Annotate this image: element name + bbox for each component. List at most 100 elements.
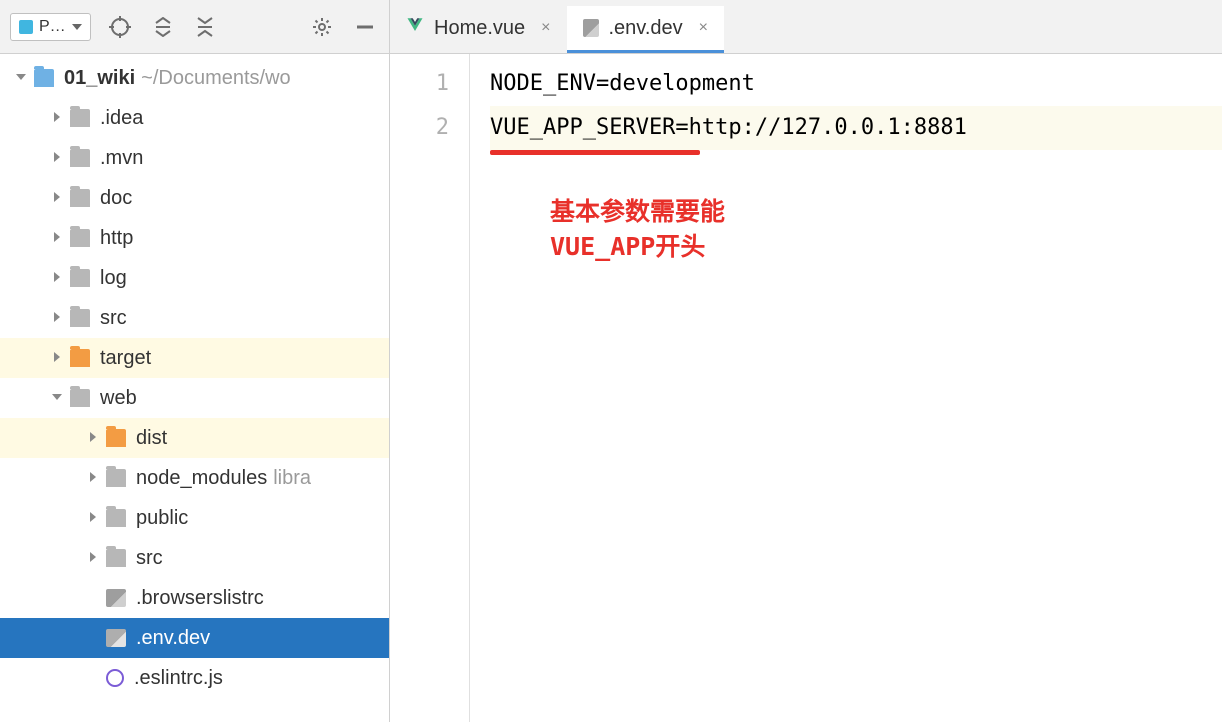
- tab-envdev[interactable]: .env.dev ×: [567, 6, 724, 53]
- tree-item-mvn[interactable]: .mvn: [0, 138, 389, 178]
- tree-item-label: web: [100, 387, 137, 410]
- expand-all-button[interactable]: [149, 13, 177, 41]
- tree-item-label: .mvn: [100, 147, 143, 170]
- tree-item-label: public: [136, 507, 188, 530]
- tree-item-dist[interactable]: dist: [0, 418, 389, 458]
- annotation-line: VUE_APP开头: [550, 229, 725, 264]
- target-icon: [109, 16, 131, 38]
- annotation-text: 基本参数需要能 VUE_APP开头: [550, 194, 725, 264]
- tree-root[interactable]: 01_wiki ~/Documents/wo: [0, 58, 389, 98]
- tree-item-web[interactable]: web: [0, 378, 389, 418]
- chevron-right-icon[interactable]: [84, 550, 102, 566]
- expand-icon: [153, 17, 173, 37]
- folder-icon: [70, 349, 90, 367]
- folder-icon: [106, 509, 126, 527]
- vue-icon: [406, 16, 424, 40]
- tree-item-idea[interactable]: .idea: [0, 98, 389, 138]
- project-label: P…: [39, 18, 66, 36]
- tree-item-target[interactable]: target: [0, 338, 389, 378]
- tree-item-label: src: [136, 547, 163, 570]
- folder-icon: [106, 469, 126, 487]
- tree-item-label: .env.dev: [136, 627, 210, 650]
- tree-item-src[interactable]: src: [0, 538, 389, 578]
- chevron-right-icon[interactable]: [48, 310, 66, 326]
- close-icon[interactable]: ×: [541, 19, 550, 37]
- chevron-right-icon[interactable]: [48, 190, 66, 206]
- tree-item-node_modules[interactable]: node_modules libra: [0, 458, 389, 498]
- file-icon: [106, 589, 126, 607]
- tree-item-label: doc: [100, 187, 132, 210]
- tree-item-label: target: [100, 347, 151, 370]
- chevron-right-icon[interactable]: [84, 470, 102, 486]
- editor-panel: Home.vue × .env.dev × 1 2 NODE_ENV=developm…: [390, 0, 1222, 722]
- folder-icon: [70, 309, 90, 327]
- folder-icon: [106, 429, 126, 447]
- gear-icon: [311, 16, 333, 38]
- tree-root-name: 01_wiki: [64, 67, 135, 90]
- eslint-icon: [106, 669, 124, 687]
- tree-item-envdev[interactable]: .env.dev: [0, 618, 389, 658]
- tree-item-label: node_modules: [136, 467, 267, 490]
- annotation-underline: [490, 150, 700, 155]
- tree-item-log[interactable]: log: [0, 258, 389, 298]
- minimize-button[interactable]: [351, 13, 379, 41]
- gutter: 1 2: [390, 54, 470, 722]
- tree-item-label: dist: [136, 427, 167, 450]
- folder-icon: [70, 229, 90, 247]
- gutter-line: 2: [390, 106, 449, 150]
- tree-item-http[interactable]: http: [0, 218, 389, 258]
- tree-item-doc[interactable]: doc: [0, 178, 389, 218]
- chevron-right-icon[interactable]: [48, 230, 66, 246]
- code-area[interactable]: NODE_ENV=development VUE_APP_SERVER=http…: [470, 54, 1222, 722]
- folder-icon: [70, 389, 90, 407]
- editor-body[interactable]: 1 2 NODE_ENV=development VUE_APP_SERVER=…: [390, 54, 1222, 722]
- chevron-right-icon[interactable]: [48, 350, 66, 366]
- tree-item-eslintrcjs[interactable]: .eslintrc.js: [0, 658, 389, 698]
- chevron-right-icon[interactable]: [48, 270, 66, 286]
- chevron-down-icon: [12, 70, 30, 86]
- tree-item-label: src: [100, 307, 127, 330]
- tree-item-label: .idea: [100, 107, 143, 130]
- project-sidebar: P…: [0, 0, 390, 722]
- tree-item-browserslistrc[interactable]: .browserslistrc: [0, 578, 389, 618]
- folder-icon: [106, 549, 126, 567]
- tab-label: .env.dev: [609, 17, 683, 40]
- collapse-icon: [195, 17, 215, 37]
- gutter-line: 1: [390, 62, 449, 106]
- folder-icon: [34, 69, 54, 87]
- folder-icon: [70, 109, 90, 127]
- tab-Homevue[interactable]: Home.vue ×: [390, 6, 567, 53]
- chevron-down-icon[interactable]: [48, 390, 66, 406]
- tree-item-label: http: [100, 227, 133, 250]
- annotation-line: 基本参数需要能: [550, 194, 725, 229]
- tree-item-label: log: [100, 267, 127, 290]
- chevron-right-icon[interactable]: [84, 510, 102, 526]
- code-line[interactable]: VUE_APP_SERVER=http://127.0.0.1:8881: [490, 106, 1222, 150]
- tree-item-label: .browserslistrc: [136, 587, 264, 610]
- tree-item-src[interactable]: src: [0, 298, 389, 338]
- sidebar-toolbar: P…: [0, 0, 389, 54]
- tab-label: Home.vue: [434, 17, 525, 40]
- tree-item-label: .eslintrc.js: [134, 667, 223, 690]
- project-selector[interactable]: P…: [10, 13, 91, 41]
- editor-tabs: Home.vue × .env.dev ×: [390, 0, 1222, 54]
- project-icon: [19, 20, 33, 34]
- project-tree[interactable]: 01_wiki ~/Documents/wo .idea .mvn doc http l…: [0, 54, 389, 722]
- settings-button[interactable]: [307, 12, 337, 42]
- file-icon: [583, 19, 599, 37]
- chevron-right-icon[interactable]: [84, 430, 102, 446]
- close-icon[interactable]: ×: [699, 19, 708, 37]
- tree-root-path: ~/Documents/wo: [141, 67, 291, 90]
- chevron-down-icon: [72, 24, 82, 30]
- target-button[interactable]: [105, 12, 135, 42]
- chevron-right-icon[interactable]: [48, 110, 66, 126]
- file-icon: [106, 629, 126, 647]
- tree-item-public[interactable]: public: [0, 498, 389, 538]
- code-line[interactable]: NODE_ENV=development: [490, 62, 1222, 106]
- folder-icon: [70, 269, 90, 287]
- folder-icon: [70, 189, 90, 207]
- chevron-right-icon[interactable]: [48, 150, 66, 166]
- tree-item-hint: libra: [273, 467, 311, 490]
- minimize-icon: [355, 17, 375, 37]
- collapse-all-button[interactable]: [191, 13, 219, 41]
